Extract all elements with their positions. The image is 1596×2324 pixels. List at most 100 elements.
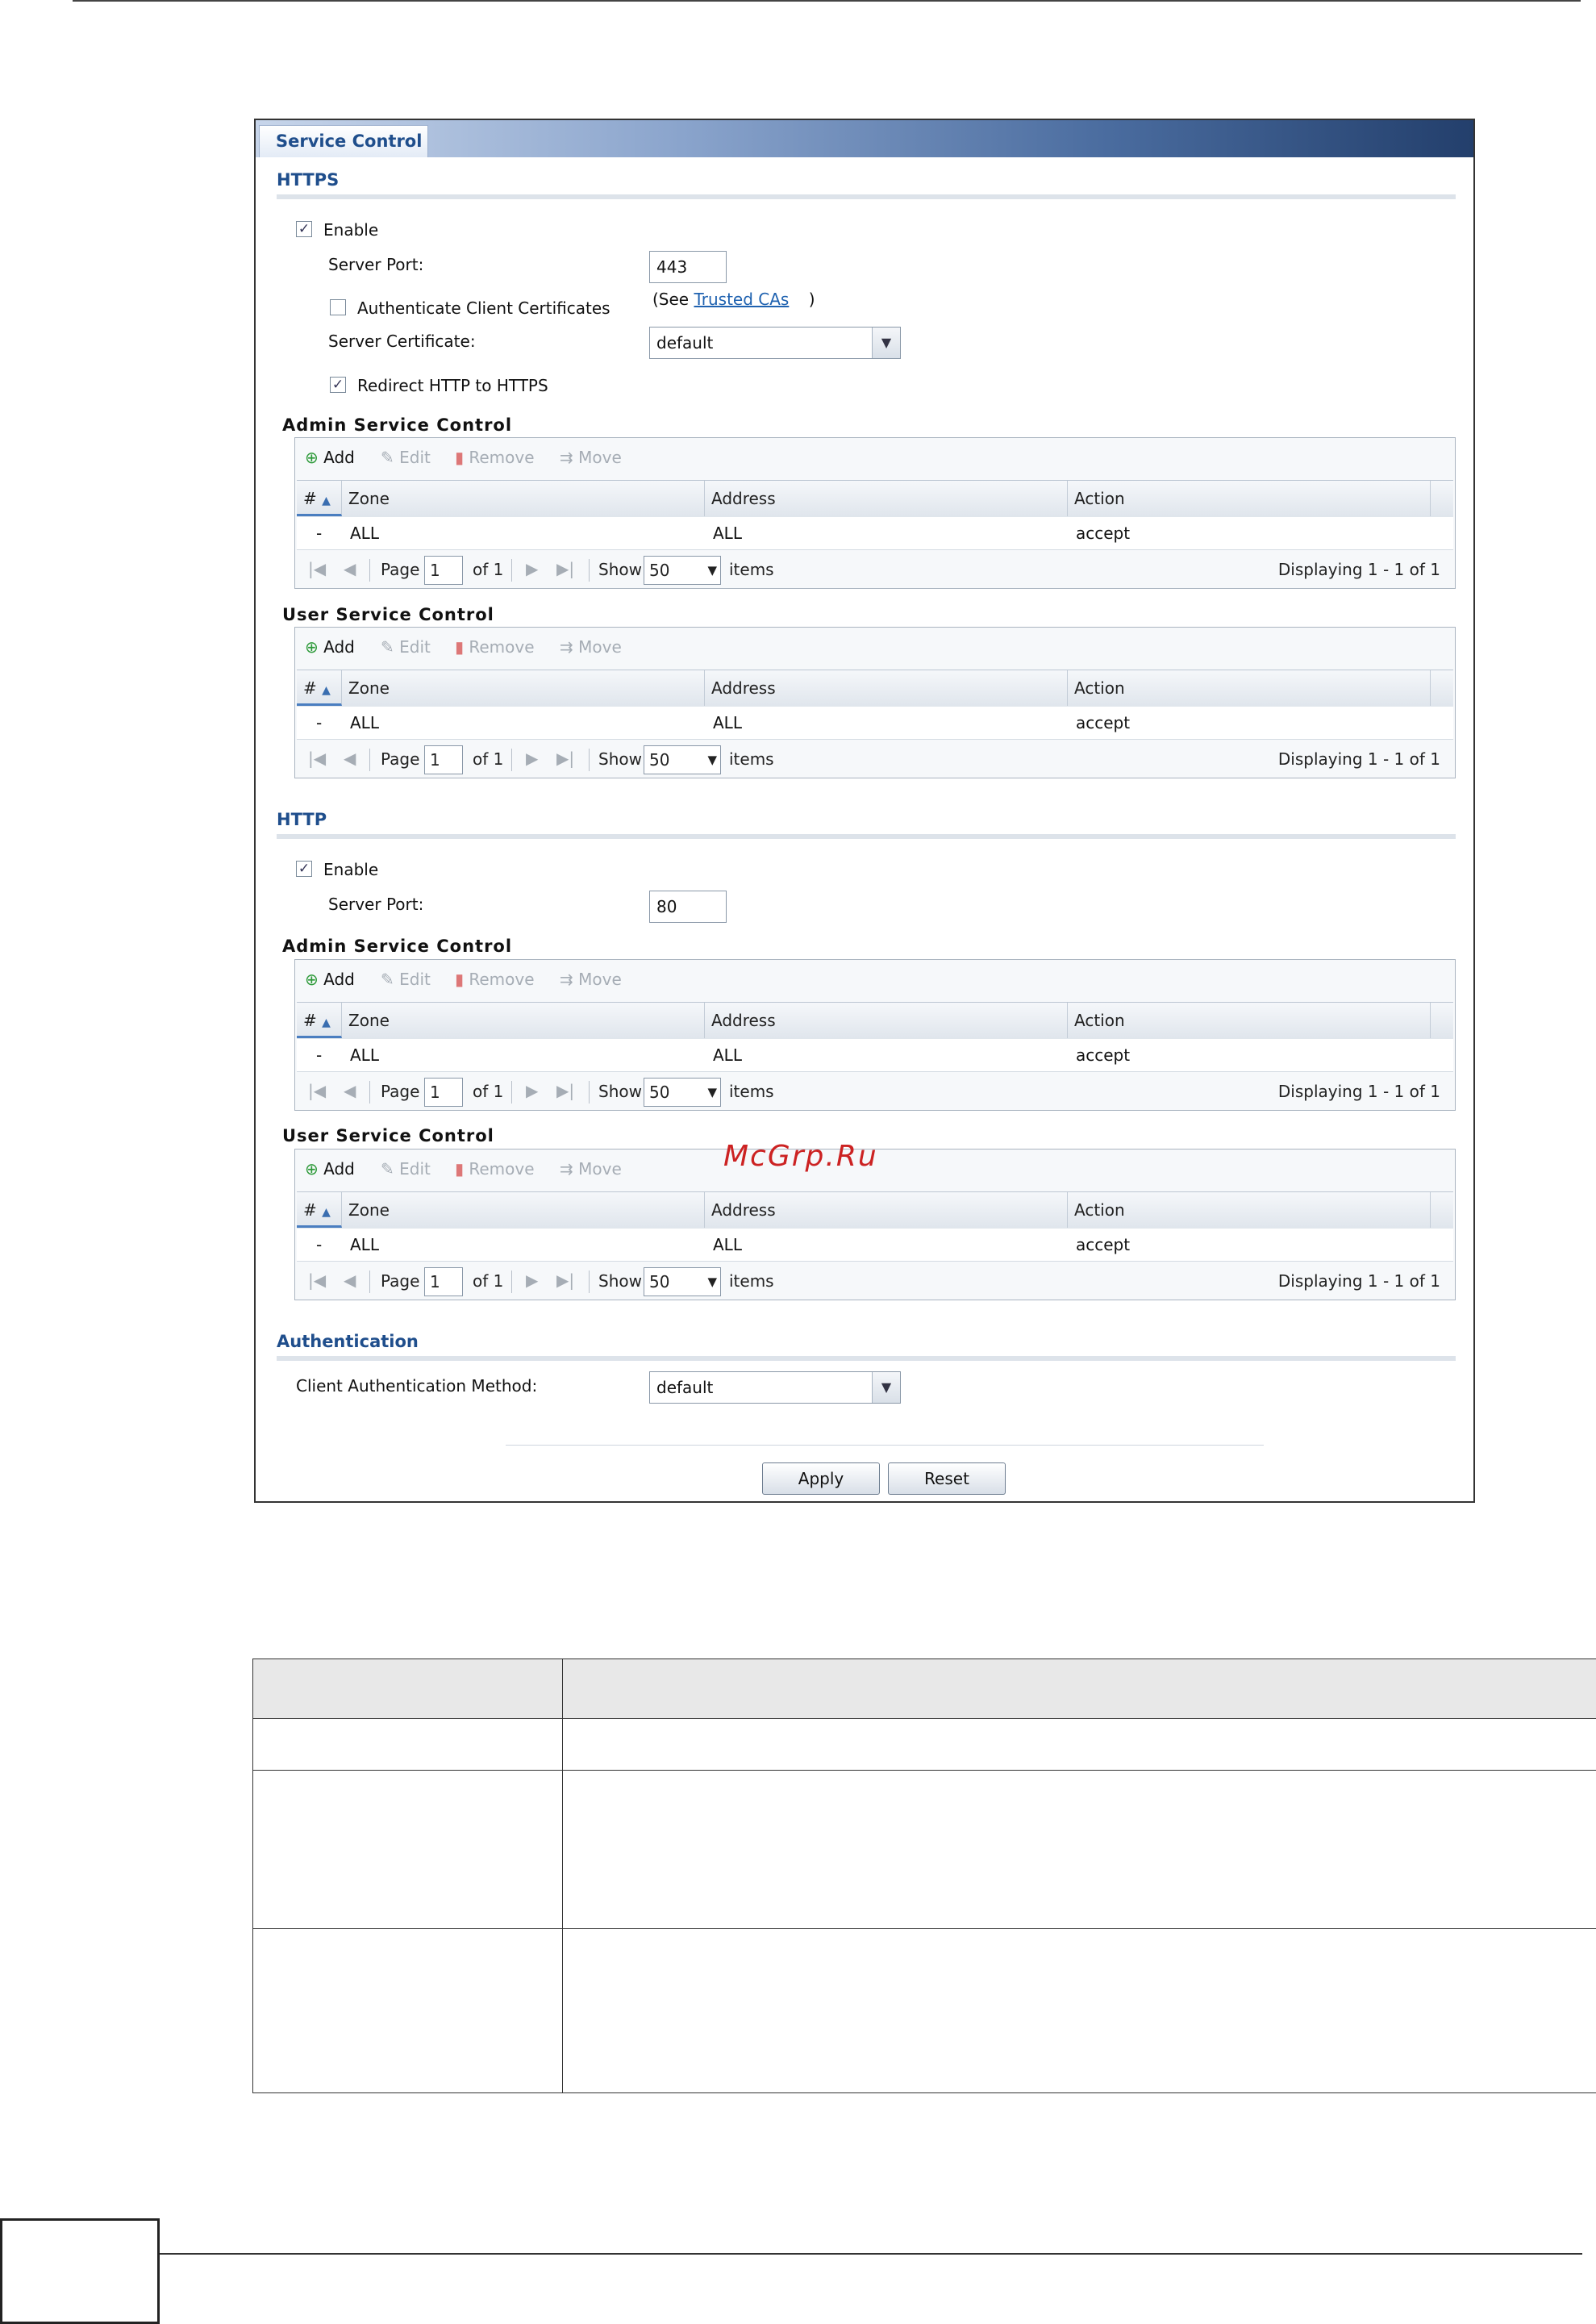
column-address[interactable]: Address	[705, 481, 1068, 516]
page-number-input[interactable]: 1	[424, 1267, 463, 1296]
reset-button[interactable]: Reset	[888, 1462, 1006, 1495]
page-size-value: 50	[649, 561, 670, 580]
add-icon: ⊕	[305, 970, 319, 989]
http-admin-service-control-grid: ⊕ Add ✎ Edit ▮ Remove ⇉ Move # ▲ Zone Ad…	[294, 959, 1456, 1111]
remove-label: Remove	[469, 970, 535, 989]
column-num[interactable]: # ▲	[297, 670, 342, 706]
edit-button[interactable]: ✎ Edit	[381, 637, 431, 657]
table-row[interactable]: - ALL ALL accept	[297, 1229, 1453, 1262]
remove-button[interactable]: ▮ Remove	[455, 448, 535, 467]
next-page-icon[interactable]: ▶	[526, 1270, 538, 1290]
page-label: Page	[381, 1082, 420, 1101]
column-address[interactable]: Address	[705, 1192, 1068, 1228]
page-number-input[interactable]: 1	[424, 1078, 463, 1107]
pager-separator	[589, 1270, 590, 1293]
prev-page-icon[interactable]: ◀	[344, 1270, 356, 1290]
page-size-select[interactable]: 50 ▼	[644, 1078, 721, 1107]
column-address[interactable]: Address	[705, 1003, 1068, 1038]
first-page-icon[interactable]: |◀	[308, 749, 326, 768]
add-button[interactable]: ⊕ Add	[305, 970, 355, 989]
chevron-down-icon[interactable]: ▼	[872, 1372, 900, 1403]
column-num[interactable]: # ▲	[297, 481, 342, 516]
authenticate-client-cert-checkbox[interactable]	[330, 299, 346, 315]
https-user-service-control-grid: ⊕ Add ✎ Edit ▮ Remove ⇉ Move # ▲ Zone Ad…	[294, 627, 1456, 778]
move-button[interactable]: ⇉ Move	[560, 637, 622, 657]
row-num: -	[316, 1045, 323, 1065]
remove-button[interactable]: ▮ Remove	[455, 1159, 535, 1179]
page-size-select[interactable]: 50 ▼	[644, 556, 721, 585]
client-auth-method-select[interactable]: default ▼	[649, 1371, 901, 1404]
page-number-input[interactable]: 1	[424, 556, 463, 585]
last-page-icon[interactable]: ▶|	[556, 1081, 574, 1100]
column-zone[interactable]: Zone	[342, 1192, 705, 1228]
column-action[interactable]: Action	[1068, 670, 1431, 706]
page-of-label: of 1	[473, 1082, 504, 1101]
chevron-down-icon[interactable]: ▼	[872, 328, 900, 358]
move-icon: ⇉	[560, 637, 573, 657]
column-zone[interactable]: Zone	[342, 1003, 705, 1038]
table-row[interactable]: - ALL ALL accept	[297, 517, 1453, 550]
add-button[interactable]: ⊕ Add	[305, 448, 355, 467]
column-action[interactable]: Action	[1068, 481, 1431, 516]
row-action: accept	[1076, 524, 1131, 543]
first-page-icon[interactable]: |◀	[308, 1081, 326, 1100]
add-button[interactable]: ⊕ Add	[305, 1159, 355, 1179]
column-zone[interactable]: Zone	[342, 481, 705, 516]
edit-button[interactable]: ✎ Edit	[381, 970, 431, 989]
prev-page-icon[interactable]: ◀	[344, 749, 356, 768]
next-page-icon[interactable]: ▶	[526, 559, 538, 578]
column-action[interactable]: Action	[1068, 1003, 1431, 1038]
remove-button[interactable]: ▮ Remove	[455, 970, 535, 989]
trash-icon: ▮	[455, 637, 465, 657]
first-page-icon[interactable]: |◀	[308, 1270, 326, 1290]
move-button[interactable]: ⇉ Move	[560, 448, 622, 467]
http-enable-checkbox[interactable]: ✓	[296, 861, 312, 877]
table-row[interactable]: - ALL ALL accept	[297, 1039, 1453, 1072]
next-page-icon[interactable]: ▶	[526, 1081, 538, 1100]
apply-button[interactable]: Apply	[762, 1462, 880, 1495]
move-button[interactable]: ⇉ Move	[560, 1159, 622, 1179]
prev-page-icon[interactable]: ◀	[344, 559, 356, 578]
pagination-bar: |◀ ◀ Page 1 of 1 ▶ ▶| Show 50 ▼ items Dis…	[297, 1261, 1453, 1303]
column-action[interactable]: Action	[1068, 1192, 1431, 1228]
displaying-count: Displaying 1 - 1 of 1	[1277, 560, 1440, 579]
column-num[interactable]: # ▲	[297, 1003, 342, 1038]
http-server-port-input[interactable]: 80	[649, 891, 727, 923]
page-label: Page	[381, 749, 420, 769]
page-size-select[interactable]: 50 ▼	[644, 1267, 721, 1296]
tab-bar: Service Control	[256, 120, 1473, 157]
authenticate-client-cert-label: Authenticate Client Certificates	[357, 298, 610, 318]
page-number-input[interactable]: 1	[424, 745, 463, 774]
last-page-icon[interactable]: ▶|	[556, 1270, 574, 1290]
remove-button[interactable]: ▮ Remove	[455, 637, 535, 657]
trusted-cas-link[interactable]: Trusted CAs	[694, 290, 789, 309]
move-button[interactable]: ⇉ Move	[560, 970, 622, 989]
pager-separator	[369, 749, 370, 771]
add-icon: ⊕	[305, 637, 319, 657]
last-page-icon[interactable]: ▶|	[556, 749, 574, 768]
edit-button[interactable]: ✎ Edit	[381, 1159, 431, 1179]
https-server-port-input[interactable]: 443	[649, 251, 727, 283]
table-row[interactable]: - ALL ALL accept	[297, 707, 1453, 740]
first-page-icon[interactable]: |◀	[308, 559, 326, 578]
column-num[interactable]: # ▲	[297, 1192, 342, 1228]
https-admin-service-control-title: Admin Service Control	[282, 415, 513, 435]
sort-asc-icon: ▲	[322, 494, 331, 507]
page-size-select[interactable]: 50 ▼	[644, 745, 721, 774]
https-enable-checkbox[interactable]: ✓	[296, 221, 312, 237]
column-address[interactable]: Address	[705, 670, 1068, 706]
description-table-header	[253, 1659, 1596, 1718]
redirect-http-checkbox[interactable]: ✓	[330, 377, 346, 393]
tab-service-control[interactable]: Service Control	[259, 125, 428, 157]
edit-button[interactable]: ✎ Edit	[381, 448, 431, 467]
next-page-icon[interactable]: ▶	[526, 749, 538, 768]
pager-separator	[511, 1081, 512, 1104]
edit-label: Edit	[399, 970, 431, 989]
server-certificate-select[interactable]: default ▼	[649, 327, 901, 359]
prev-page-icon[interactable]: ◀	[344, 1081, 356, 1100]
authentication-section-title: Authentication	[277, 1332, 419, 1351]
column-zone[interactable]: Zone	[342, 670, 705, 706]
last-page-icon[interactable]: ▶|	[556, 559, 574, 578]
add-button[interactable]: ⊕ Add	[305, 637, 355, 657]
pager-separator	[589, 749, 590, 771]
